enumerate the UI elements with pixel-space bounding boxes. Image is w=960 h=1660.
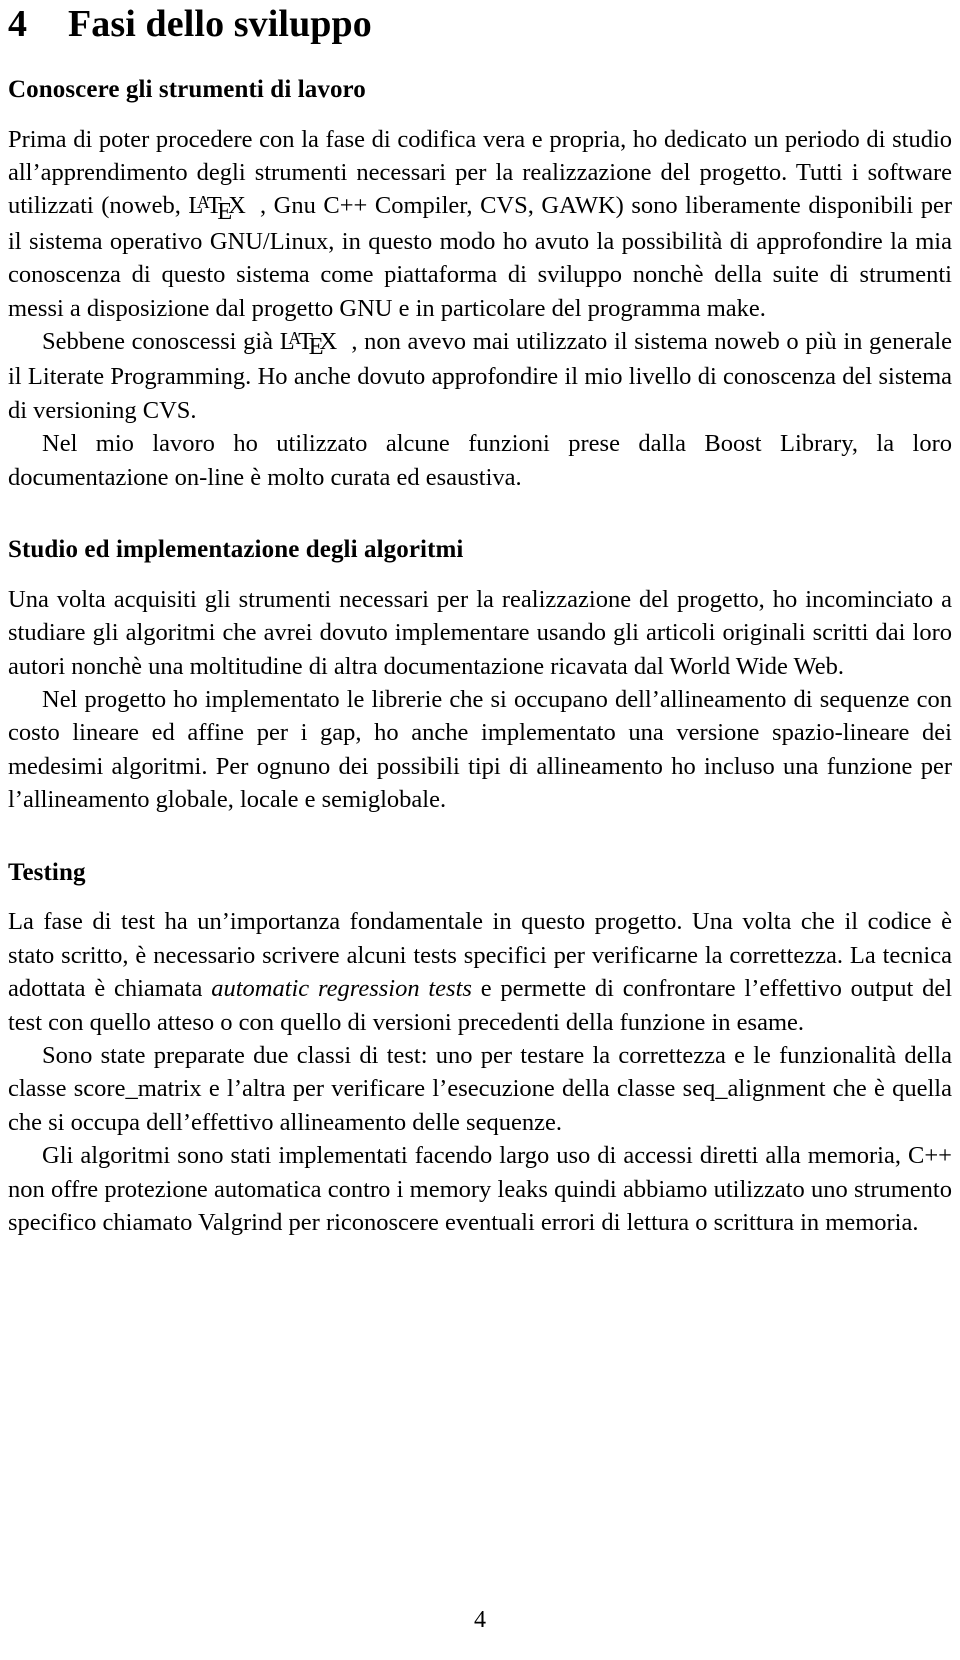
page-number: 4 — [474, 1607, 486, 1633]
paragraph-p7: Sono state preparate due classi di test:… — [8, 1039, 952, 1139]
paragraph-text: e l’altra per verificare l’esecuzione de… — [201, 1075, 683, 1103]
paragraph-p3: Nel mio lavoro ho utilizzato alcune funz… — [8, 430, 952, 491]
section-heading: 4 Fasi dello sviluppo — [8, 0, 952, 46]
subsection-heading-testing: Testing — [8, 858, 86, 886]
document-page: 4 Fasi dello sviluppo Conoscere gli stru… — [0, 0, 960, 1660]
paragraph-p8: Gli algoritmi sono stati implementati fa… — [8, 1142, 952, 1237]
subsection-heading-studio: Studio ed implementazione degli algoritm… — [8, 536, 464, 564]
code-identifier: seq_alignment — [682, 1075, 826, 1103]
subsection-heading-conoscere: Conoscere gli strumenti di lavoro — [8, 75, 366, 103]
paragraph-text: Sebbene conoscessi già — [42, 327, 280, 355]
paragraph-p5: Nel progetto ho implementato le librerie… — [8, 685, 952, 814]
paragraph-p2: Sebbene conoscessi già LATEX, non avevo … — [8, 325, 952, 427]
section-title: Fasi dello sviluppo — [68, 3, 372, 45]
section-number: 4 — [8, 3, 28, 45]
emphasis-text: automatic regression tests — [211, 975, 472, 1003]
paragraph-p4: Una volta acquisiti gli strumenti necess… — [8, 585, 952, 680]
latex-logo: LATEX — [279, 327, 337, 361]
code-identifier: score_matrix — [73, 1075, 202, 1103]
paragraph-p1: Prima di poter procedere con la fase di … — [8, 123, 952, 325]
latex-logo: LATEX — [188, 191, 246, 225]
paragraph-p6: La fase di test ha un’importanza fondame… — [8, 905, 952, 1039]
